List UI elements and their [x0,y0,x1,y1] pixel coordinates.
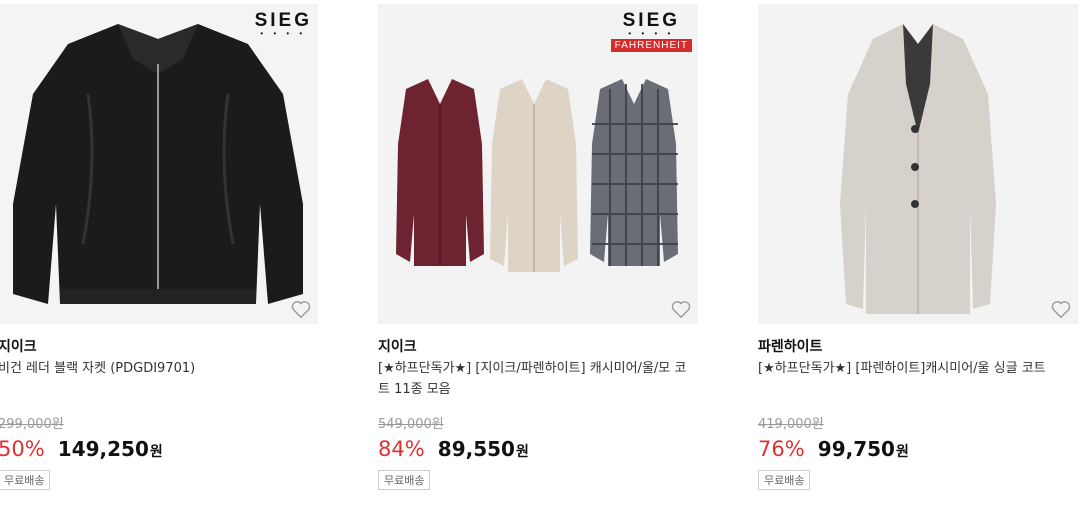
original-price: 419,000원 [758,417,824,432]
sieg-fahrenheit-logo: SIEG • • • • FAHRENHEIT [610,10,692,52]
product-image-leather-jacket[interactable]: SIEG • • • • [0,4,318,324]
discount-rate: 50% [0,437,45,461]
product-card[interactable]: SIEG • • • • FAHRENHEIT 지이크 [★하프단독가★] [지… [378,0,698,510]
coat-set-illustration [396,79,678,272]
original-price: 299,000원 [0,417,64,432]
leather-jacket-illustration [13,24,303,304]
brand-name[interactable]: 지이크 [0,336,37,356]
price-row: 84% 89,550원 [378,437,529,461]
product-image-single-coat[interactable] [758,4,1078,324]
price-row: 76% 99,750원 [758,437,909,461]
heart-outline-icon[interactable] [290,298,312,320]
heart-outline-icon[interactable] [1050,298,1072,320]
sale-price: 149,250 [57,437,149,461]
currency-unit: 원 [515,444,529,460]
free-shipping-badge: 무료배송 [0,470,51,490]
single-coat-illustration [840,24,996,314]
currency-unit: 원 [149,444,163,460]
discount-rate: 84% [378,437,425,461]
heart-outline-icon[interactable] [670,298,692,320]
product-card[interactable]: SIEG • • • • 지이크 비건 레더 블랙 자켓 (PDGDI9701)… [0,0,318,510]
free-shipping-badge: 무료배송 [378,470,431,490]
free-shipping-badge: 무료배송 [758,470,811,490]
product-card[interactable]: 파렌하이트 [★하프단독가★] [파렌하이트]캐시미어/울 싱글 코트 419,… [758,0,1078,510]
product-image-coat-set[interactable]: SIEG • • • • FAHRENHEIT [378,4,698,324]
price-row: 50% 149,250원 [0,437,163,461]
original-price: 549,000원 [378,417,444,432]
product-title[interactable]: 비건 레더 블랙 자켓 (PDGDI9701) [0,358,313,379]
product-title[interactable]: [★하프단독가★] [지이크/파렌하이트] 캐시미어/울/모 코트 11종 모음 [378,358,693,400]
brand-name[interactable]: 파렌하이트 [758,336,822,356]
sieg-logo: SIEG • • • • [254,10,312,38]
discount-rate: 76% [758,437,805,461]
sale-price: 89,550 [437,437,515,461]
sale-price: 99,750 [817,437,895,461]
brand-name[interactable]: 지이크 [378,336,417,356]
currency-unit: 원 [895,444,909,460]
product-title[interactable]: [★하프단독가★] [파렌하이트]캐시미어/울 싱글 코트 [758,358,1073,379]
